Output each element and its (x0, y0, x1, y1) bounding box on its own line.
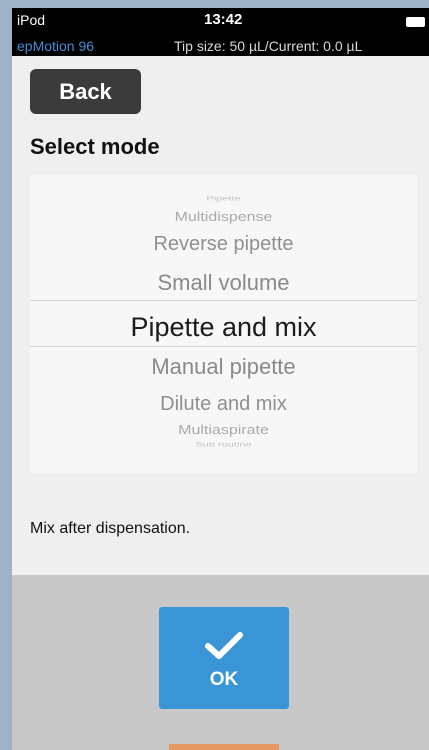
status-bar: iPod 13:42 epMotion 96 Tip size: 50 µL/C… (12, 8, 429, 56)
picker-item[interactable]: Manual pipette (30, 354, 417, 380)
carrier-label: iPod (17, 12, 46, 28)
picker-item[interactable]: Small volume (30, 270, 417, 296)
picker-item[interactable]: Multiaspirate (30, 424, 417, 438)
clock: 13:42 (204, 11, 243, 28)
mode-picker[interactable]: Pipette Multidispense Reverse pipette Sm… (30, 175, 417, 473)
app-screen: iPod 13:42 epMotion 96 Tip size: 50 µL/C… (12, 8, 429, 750)
picker-item[interactable]: Reverse pipette (30, 233, 417, 256)
picker-item[interactable]: Pipette (30, 196, 417, 203)
picker-item[interactable]: Sub routine (30, 442, 417, 449)
battery-icon (406, 17, 425, 27)
checkmark-icon (205, 632, 243, 659)
picker-item[interactable]: Dilute and mix (30, 393, 417, 416)
back-button[interactable]: Back (30, 69, 141, 114)
page-title: Select mode (30, 134, 160, 159)
ok-button[interactable]: OK (159, 607, 289, 709)
selection-line-top (30, 300, 417, 301)
picker-item-selected[interactable]: Pipette and mix (30, 312, 417, 343)
selection-line-bottom (30, 346, 417, 347)
picker-item[interactable]: Multidispense (30, 211, 417, 225)
mode-description: Mix after dispensation. (30, 520, 191, 537)
next-button-edge (169, 744, 279, 750)
app-name: epMotion 96 (17, 38, 95, 54)
tip-size-info: Tip size: 50 µL/Current: 0.0 µL (174, 38, 363, 54)
ok-label: OK (209, 669, 239, 690)
